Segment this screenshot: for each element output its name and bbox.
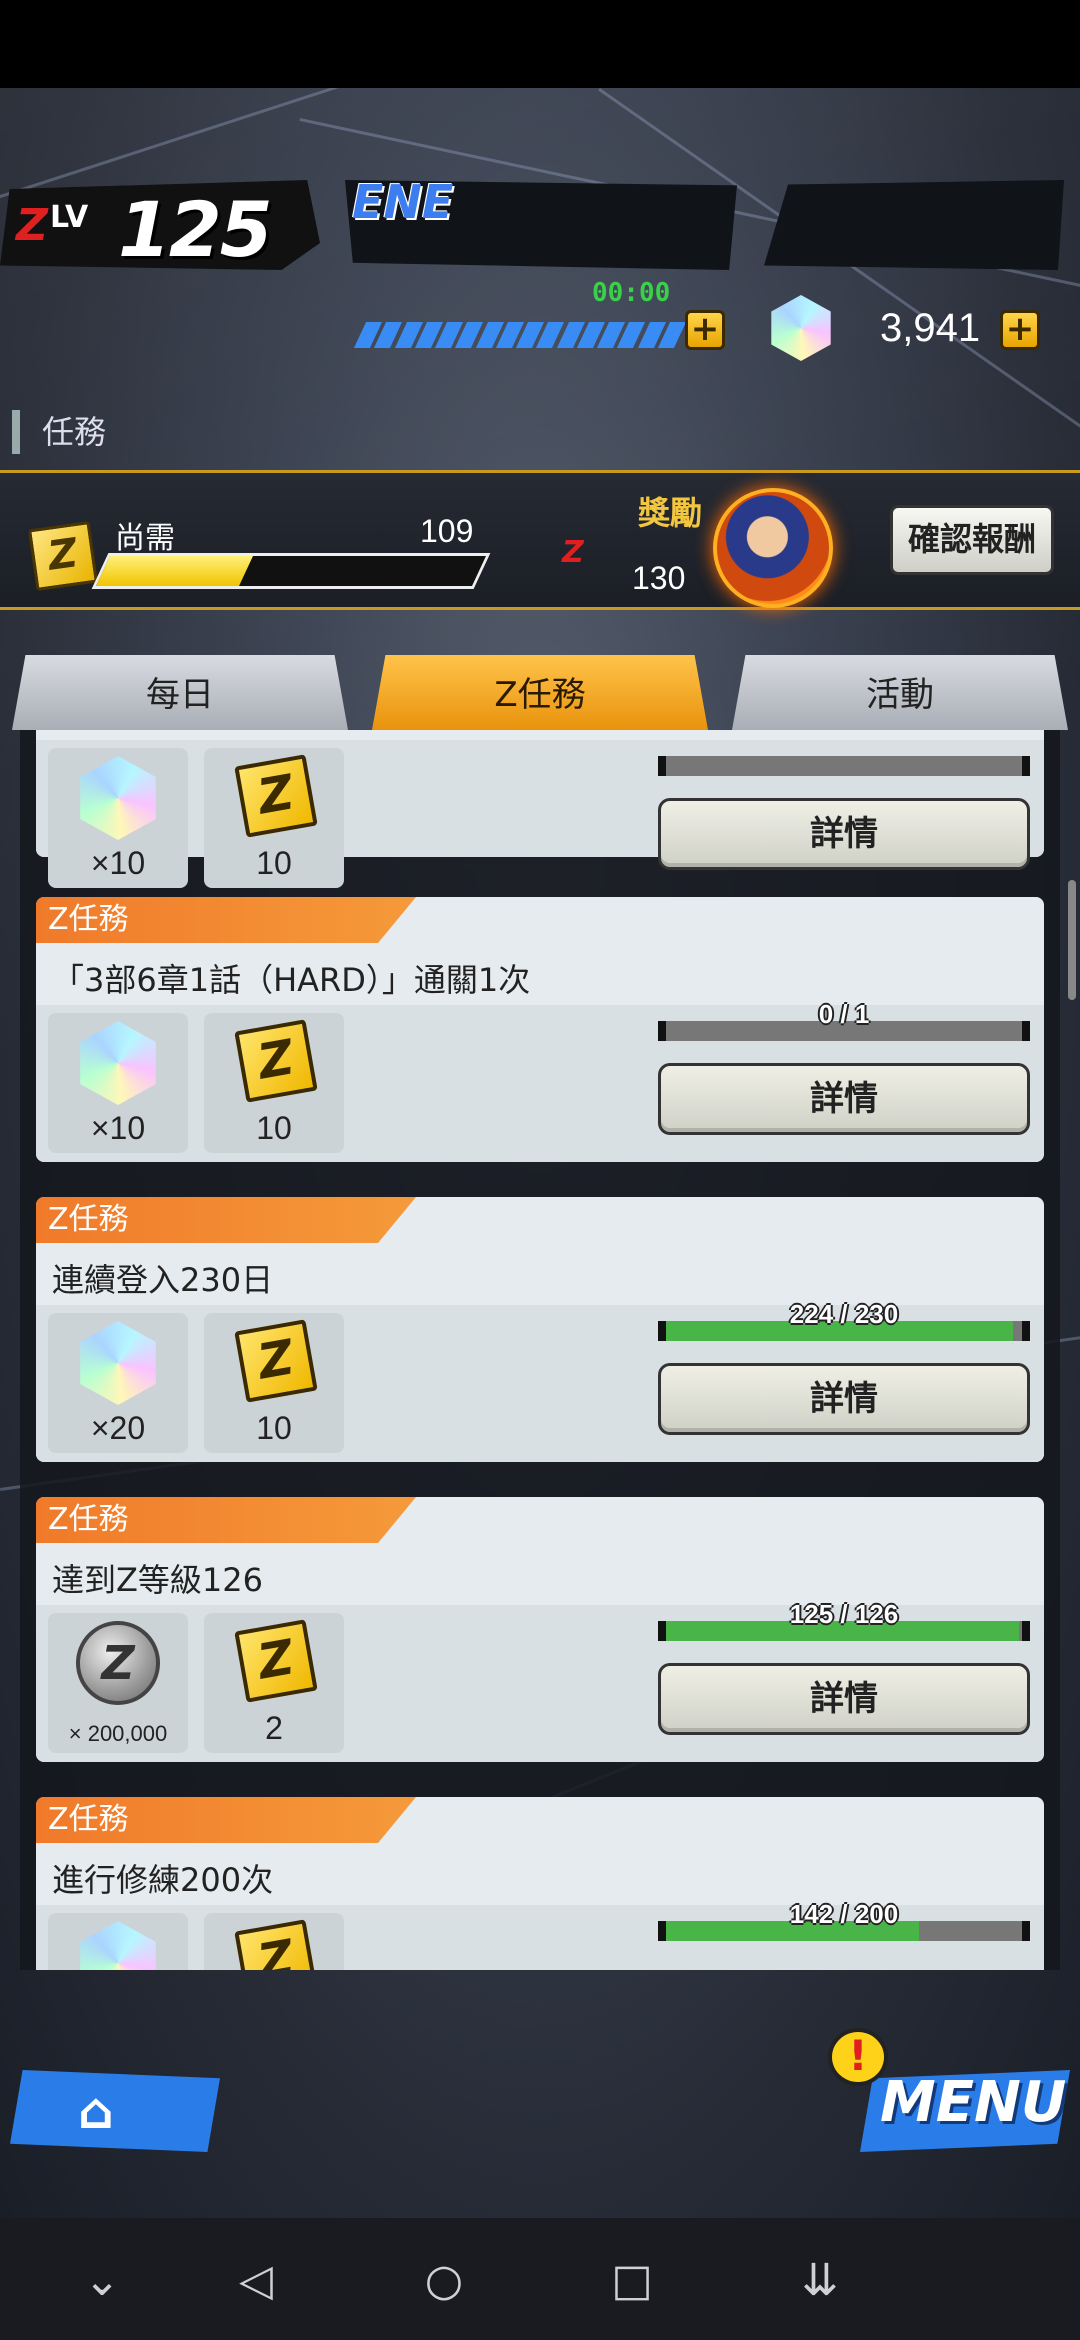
z-level-z-letter: Z: [16, 200, 48, 251]
reward-slot: Z 10: [204, 748, 344, 888]
details-button[interactable]: 詳情: [658, 1663, 1030, 1735]
reward-slot: Z 10: [204, 1013, 344, 1153]
mission-progress-bar: 224 / 230: [658, 1299, 1030, 1341]
gem-backdrop: [764, 180, 1064, 270]
reward-quantity: ×10: [90, 845, 146, 881]
reward-label: 獎勵: [638, 494, 703, 532]
reward-slot: Z: [204, 1913, 344, 1970]
recents-icon[interactable]: □: [602, 2255, 662, 2306]
details-button[interactable]: 詳情: [658, 1063, 1030, 1135]
z-medal-icon: Z: [234, 754, 318, 838]
list-scrollbar[interactable]: [1068, 880, 1076, 1000]
mission-progress-bar: 125 / 126: [658, 1599, 1030, 1641]
reward-quantity: ×10: [90, 1110, 146, 1146]
back-icon[interactable]: ◁: [226, 2255, 286, 2306]
mission-card: Z任務 進行修練200次 Z 142 / 200: [36, 1797, 1044, 1970]
tab-events[interactable]: 活動: [732, 655, 1068, 730]
reward-slot: Z 2: [204, 1613, 344, 1753]
z-medal-icon: Z: [27, 520, 99, 592]
tab-daily[interactable]: 每日: [12, 655, 348, 730]
mission-title: 「3部6章1話（HARD）」通關1次: [52, 961, 531, 999]
reward-quantity: × 200,000: [68, 1721, 168, 1746]
z-medal-icon: Z: [234, 1319, 318, 1403]
z-medal-icon: Z: [234, 1619, 318, 1703]
reward-quantity: 10: [256, 1110, 292, 1146]
mission-body: Z × 200,000 Z 2 125 / 126 詳情: [36, 1599, 1044, 1762]
zeni-coin-icon: Z: [76, 1621, 160, 1705]
mission-category-tag: Z任務: [36, 1197, 416, 1243]
page-title: 任務: [12, 410, 106, 454]
mission-category-tag: Z任務: [36, 1797, 416, 1843]
chevron-down-icon[interactable]: ⌄: [72, 2255, 132, 2306]
need-progress-bar: [91, 553, 491, 589]
mission-title: 達到Z等級126: [52, 1561, 264, 1599]
z-level-lv-label: LV: [50, 200, 89, 235]
mission-body: Z 142 / 200: [36, 1899, 1044, 1970]
reward-level: 130: [632, 560, 686, 596]
energy-plus-button[interactable]: +: [685, 310, 725, 350]
mission-body: ×10 Z 10 詳情: [36, 740, 1044, 888]
crystal-icon: [80, 756, 156, 840]
mission-progress-bar: [658, 756, 1030, 776]
z-level-value: 125: [118, 185, 273, 274]
system-nav-bar: [0, 2218, 1080, 2340]
reward-slot: Z × 200,000: [48, 1613, 188, 1753]
mission-body: ×10 Z 10 0 / 1 詳情: [36, 999, 1044, 1162]
reward-slot: ×20: [48, 1313, 188, 1453]
crystal-icon: [80, 1321, 156, 1405]
z-medal-icon: Z: [234, 1019, 318, 1103]
home-circle-icon[interactable]: ○: [414, 2255, 474, 2306]
alert-icon: !: [828, 2028, 888, 2086]
mission-title: 連續登入230日: [52, 1261, 274, 1299]
mission-category-tag: Z任務: [36, 897, 416, 943]
tab-z-missions[interactable]: Z任務: [372, 655, 708, 730]
reward-slot: ×10: [48, 1013, 188, 1153]
mission-progress-bar: 0 / 1: [658, 999, 1030, 1041]
mission-card: ×10 Z 10 詳情: [36, 730, 1044, 888]
need-label: 尚需: [115, 521, 175, 556]
crystal-icon: [80, 1921, 156, 1970]
reward-slot: ×10: [48, 748, 188, 888]
character-avatar: [713, 488, 833, 608]
z-medal-icon: Z: [234, 1919, 318, 1970]
reward-zlv-icon: Z: [562, 535, 584, 570]
progress-text: 224 / 230: [789, 1299, 899, 1329]
crystal-icon: [80, 1021, 156, 1105]
progress-text: 125 / 126: [789, 1599, 899, 1629]
reward-quantity: 10: [256, 845, 292, 881]
mission-progress-bar: 142 / 200: [658, 1899, 1030, 1941]
mission-title: 進行修練200次: [52, 1861, 274, 1899]
gem-count: 3,941: [880, 306, 981, 350]
reward-quantity: ×20: [90, 1410, 146, 1446]
mission-card: Z任務 「3部6章1話（HARD）」通關1次 ×10 Z 10 0 / 1 詳情: [36, 897, 1044, 1162]
gem-plus-button[interactable]: +: [1000, 310, 1040, 350]
need-value: 109: [420, 513, 474, 549]
mission-list[interactable]: ×10 Z 10 詳情 Z任務 「3部6章1話（HARD）」通關1次 ×10 Z…: [20, 730, 1060, 1970]
mission-category-tag: Z任務: [36, 1497, 416, 1543]
need-progress-fill: [96, 556, 253, 586]
reward-slot: [48, 1913, 188, 1970]
energy-timer: 00:00: [592, 278, 671, 308]
mission-card: Z任務 達到Z等級126 Z × 200,000 Z 2 125 / 126 詳…: [36, 1497, 1044, 1762]
reward-quantity: 2: [265, 1710, 283, 1746]
notification-pull-icon[interactable]: ⇊: [790, 2255, 850, 2306]
progress-text: 142 / 200: [789, 1899, 899, 1929]
confirm-rewards-button[interactable]: 確認報酬: [890, 505, 1054, 575]
home-icon: ⌂: [78, 2082, 114, 2140]
mission-card: Z任務 連續登入230日 ×20 Z 10 224 / 230 詳情: [36, 1197, 1044, 1462]
energy-bar: [353, 322, 687, 348]
progress-text: 0 / 1: [818, 999, 870, 1029]
mission-body: ×20 Z 10 224 / 230 詳情: [36, 1299, 1044, 1462]
reward-quantity: 10: [256, 1410, 292, 1446]
menu-label: MENU: [880, 2070, 1067, 2135]
energy-label: ENE: [352, 175, 454, 229]
reward-slot: Z 10: [204, 1313, 344, 1453]
details-button[interactable]: 詳情: [658, 798, 1030, 870]
details-button[interactable]: 詳情: [658, 1363, 1030, 1435]
